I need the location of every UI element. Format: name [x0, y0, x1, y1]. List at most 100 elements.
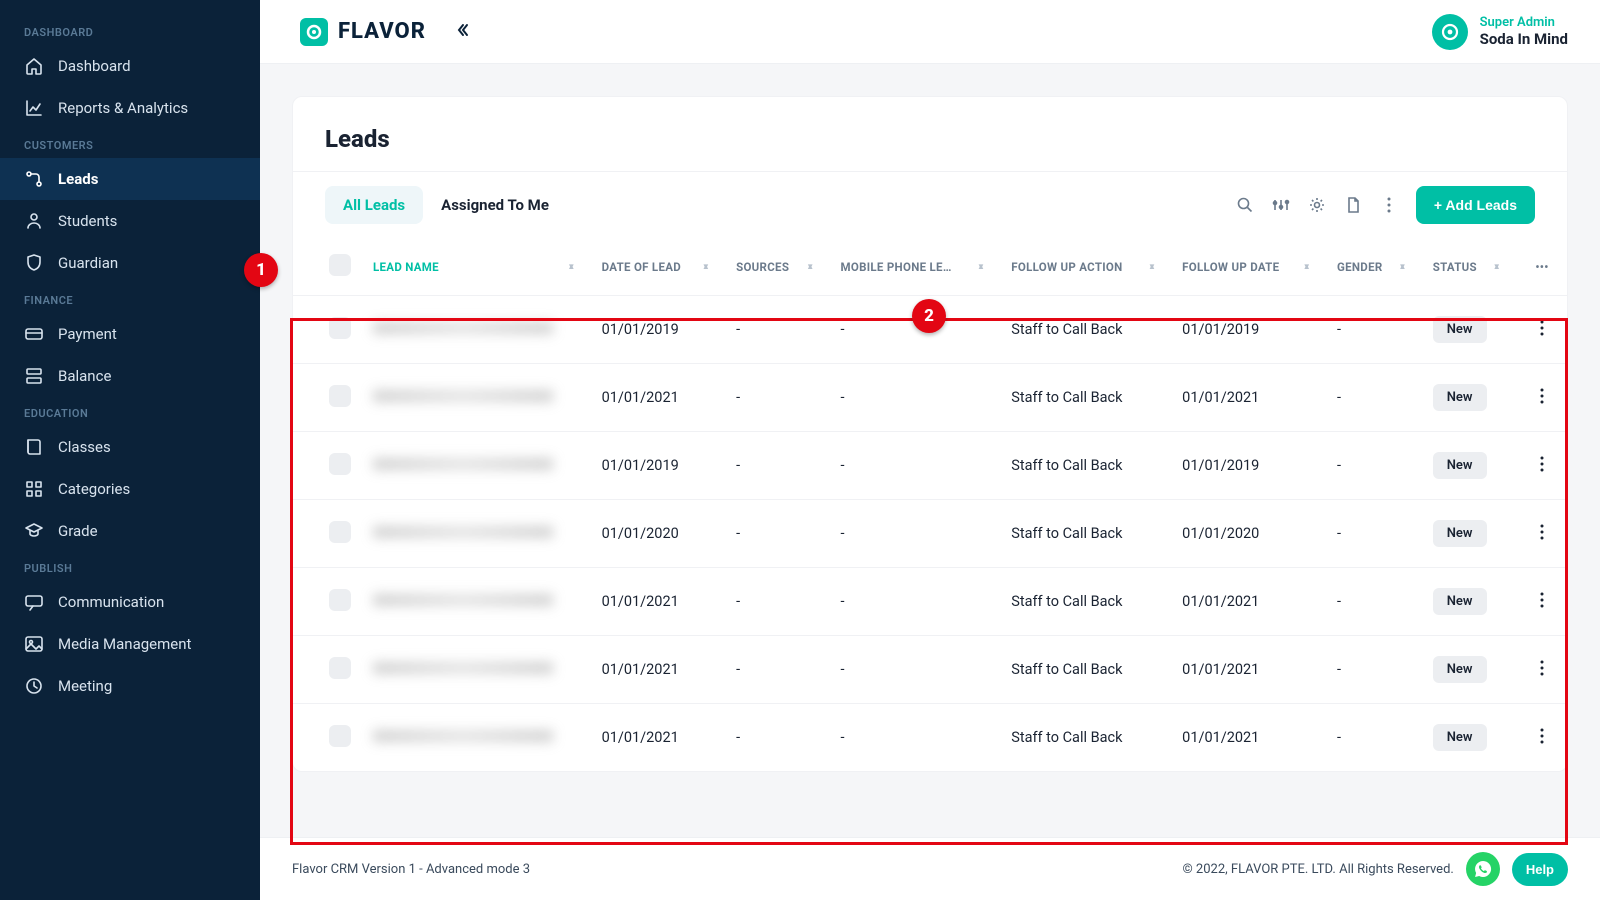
sidebar-item-label: Categories — [58, 480, 130, 498]
column-follow-up-action[interactable]: FOLLOW UP ACTION▲▼ — [1001, 238, 1172, 296]
stack-icon — [24, 366, 44, 386]
row-checkbox[interactable] — [329, 657, 351, 679]
cell-date: 01/01/2020 — [592, 500, 726, 568]
sidebar-item-communication[interactable]: Communication — [0, 581, 260, 623]
sidebar-item-label: Communication — [58, 593, 164, 611]
row-menu-button[interactable] — [1540, 595, 1544, 612]
row-menu-button[interactable] — [1540, 731, 1544, 748]
sidebar-item-guardian[interactable]: Guardian — [0, 242, 260, 284]
cell-sources: - — [726, 296, 830, 364]
logo-text: FLAVOR — [338, 19, 426, 44]
sidebar-item-categories[interactable]: Categories — [0, 468, 260, 510]
collapse-sidebar-button[interactable] — [456, 21, 474, 43]
filter-icon[interactable] — [1272, 196, 1290, 214]
table-row[interactable]: 01/01/2021--Staff to Call Back01/01/2021… — [293, 568, 1567, 636]
sidebar-item-balance[interactable]: Balance — [0, 355, 260, 397]
sidebar-item-students[interactable]: Students — [0, 200, 260, 242]
cell-date: 01/01/2021 — [592, 364, 726, 432]
flow-icon — [24, 169, 44, 189]
cell-gender: - — [1327, 636, 1423, 704]
logo: FLAVOR — [300, 18, 426, 46]
meet-icon — [24, 676, 44, 696]
sidebar-item-leads[interactable]: Leads — [0, 158, 260, 200]
lead-name-redacted — [373, 322, 553, 334]
column-status[interactable]: STATUS▲▼ — [1423, 238, 1517, 296]
cell-sources: - — [726, 500, 830, 568]
cell-fdate: 01/01/2019 — [1172, 432, 1327, 500]
tab-all-leads[interactable]: All Leads — [325, 186, 423, 224]
row-checkbox[interactable] — [329, 385, 351, 407]
row-menu-button[interactable] — [1540, 323, 1544, 340]
column-lead-name[interactable]: LEAD NAME▲▼ — [363, 238, 592, 296]
row-checkbox[interactable] — [329, 521, 351, 543]
sidebar-item-payment[interactable]: Payment — [0, 313, 260, 355]
sidebar-item-meeting[interactable]: Meeting — [0, 665, 260, 707]
topbar: FLAVOR Super Admin Soda In Mind — [260, 0, 1600, 64]
sidebar-item-dashboard[interactable]: Dashboard — [0, 45, 260, 87]
select-all-checkbox[interactable] — [329, 254, 351, 276]
footer: Flavor CRM Version 1 - Advanced mode 3 ©… — [260, 837, 1600, 900]
row-checkbox[interactable] — [329, 589, 351, 611]
callout-1: 1 — [244, 253, 278, 287]
row-menu-button[interactable] — [1540, 663, 1544, 680]
sidebar-item-label: Dashboard — [58, 57, 131, 75]
row-menu-button[interactable] — [1540, 391, 1544, 408]
table-row[interactable]: 01/01/2021--Staff to Call Back01/01/2021… — [293, 704, 1567, 772]
callout-2: 2 — [912, 299, 946, 333]
table-row[interactable]: 01/01/2021--Staff to Call Back01/01/2021… — [293, 364, 1567, 432]
avatar[interactable] — [1432, 14, 1468, 50]
cell-sources: - — [726, 704, 830, 772]
cell-date: 01/01/2021 — [592, 568, 726, 636]
cell-gender: - — [1327, 568, 1423, 636]
column-sources[interactable]: SOURCES▲▼ — [726, 238, 830, 296]
row-checkbox[interactable] — [329, 317, 351, 339]
table-row[interactable]: 01/01/2019--Staff to Call Back01/01/2019… — [293, 432, 1567, 500]
sidebar-item-reports-analytics[interactable]: Reports & Analytics — [0, 87, 260, 129]
whatsapp-button[interactable] — [1466, 852, 1500, 886]
cell-fdate: 01/01/2021 — [1172, 704, 1327, 772]
sidebar-item-label: Students — [58, 212, 117, 230]
cell-sources: - — [726, 364, 830, 432]
cell-sources: - — [726, 568, 830, 636]
search-icon[interactable] — [1236, 196, 1254, 214]
sidebar-item-label: Reports & Analytics — [58, 99, 188, 117]
cell-fdate: 01/01/2019 — [1172, 296, 1327, 364]
cell-phone: - — [830, 704, 1001, 772]
lead-name-redacted — [373, 662, 553, 674]
lead-name-redacted — [373, 458, 553, 470]
sidebar-section-title: DASHBOARD — [0, 16, 260, 45]
logo-mark-icon — [300, 18, 328, 46]
help-button[interactable]: Help — [1512, 853, 1568, 886]
table-row[interactable]: 01/01/2020--Staff to Call Back01/01/2020… — [293, 500, 1567, 568]
book-icon — [24, 437, 44, 457]
lead-name-redacted — [373, 594, 553, 606]
sidebar-item-classes[interactable]: Classes — [0, 426, 260, 468]
export-icon[interactable] — [1344, 196, 1362, 214]
column-date-of-lead[interactable]: DATE OF LEAD▲▼ — [592, 238, 726, 296]
add-leads-button[interactable]: + Add Leads — [1416, 186, 1535, 224]
cell-action: Staff to Call Back — [1001, 636, 1172, 704]
sidebar-item-media-management[interactable]: Media Management — [0, 623, 260, 665]
gear-icon[interactable] — [1308, 196, 1326, 214]
sidebar-item-grade[interactable]: Grade — [0, 510, 260, 552]
row-checkbox[interactable] — [329, 453, 351, 475]
column-follow-up-date[interactable]: FOLLOW UP DATE▲▼ — [1172, 238, 1327, 296]
sidebar-section-title: PUBLISH — [0, 552, 260, 581]
sidebar-item-label: Payment — [58, 325, 117, 343]
tab-assigned-to-me[interactable]: Assigned To Me — [423, 186, 567, 224]
row-menu-button[interactable] — [1540, 527, 1544, 544]
cell-gender: - — [1327, 364, 1423, 432]
sidebar-item-label: Media Management — [58, 635, 191, 653]
more-icon[interactable] — [1380, 196, 1398, 214]
cell-gender: - — [1327, 296, 1423, 364]
table-row[interactable]: 01/01/2021--Staff to Call Back01/01/2021… — [293, 636, 1567, 704]
footer-version: Flavor CRM Version 1 - Advanced mode 3 — [292, 862, 530, 877]
column-mobile-phone-le-[interactable]: MOBILE PHONE LE…▲▼ — [830, 238, 1001, 296]
page-title: Leads — [293, 97, 1567, 171]
row-menu-button[interactable] — [1540, 459, 1544, 476]
row-checkbox[interactable] — [329, 725, 351, 747]
status-badge: New — [1433, 316, 1487, 343]
cell-action: Staff to Call Back — [1001, 500, 1172, 568]
status-badge: New — [1433, 656, 1487, 683]
column-gender[interactable]: GENDER▲▼ — [1327, 238, 1423, 296]
